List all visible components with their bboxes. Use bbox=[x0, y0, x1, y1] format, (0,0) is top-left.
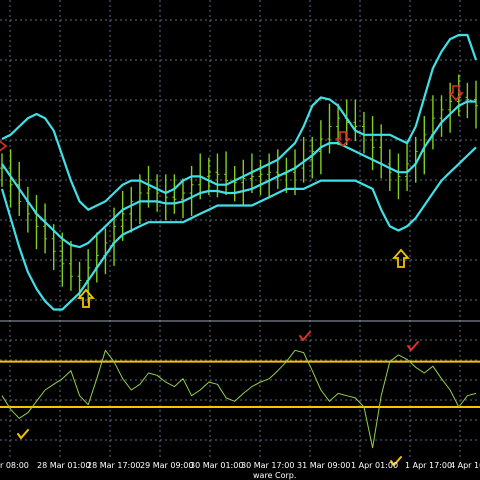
time-axis-label: 1 Apr 01:00 bbox=[351, 461, 398, 470]
time-axis-label: 30 Mar 17:00 bbox=[241, 461, 294, 470]
copyright-text: ware Corp. bbox=[253, 471, 296, 480]
trading-chart[interactable]: r 08:00 28 Mar 01:0028 Mar 17:00 29 Mar 09… bbox=[0, 0, 480, 480]
time-axis-label: 28 Mar 01:00 bbox=[37, 461, 90, 470]
time-axis-label: 30 Mar 01:00 bbox=[190, 461, 243, 470]
time-axis-label: 31 Mar 09:00 bbox=[297, 461, 350, 470]
time-axis-label: 29 Mar 09:00 bbox=[140, 461, 193, 470]
time-axis-label: 28 Mar 17:00 bbox=[87, 461, 140, 470]
time-axis: r 08:00 28 Mar 01:0028 Mar 17:00 29 Mar 09… bbox=[0, 461, 480, 470]
time-axis-label: 1 Apr 17:00 bbox=[405, 461, 452, 470]
time-axis-label: r 08:00 bbox=[0, 461, 29, 470]
time-axis-label: 4 Apr 10 bbox=[450, 461, 480, 470]
